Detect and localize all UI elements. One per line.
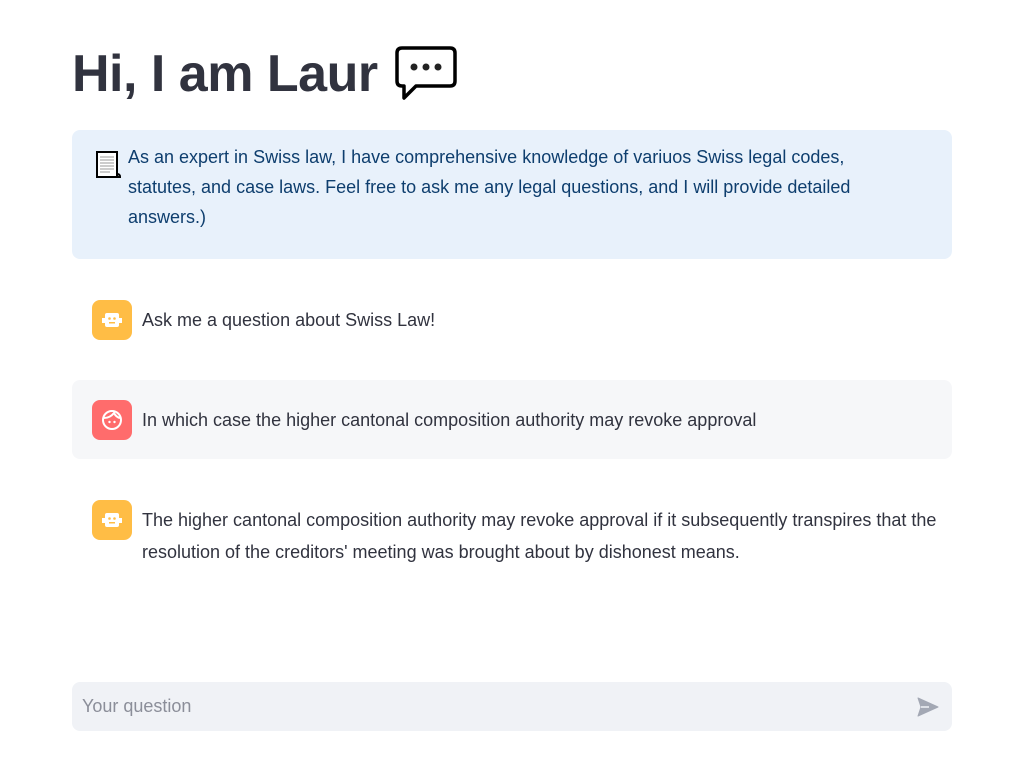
question-input[interactable] (72, 682, 892, 731)
chat-message-assistant: Ask me a question about Swiss Law! (72, 280, 952, 360)
message-text: Ask me a question about Swiss Law! (142, 310, 436, 330)
chat-message-user: In which case the higher cantonal compos… (72, 380, 952, 459)
user-face-icon (92, 400, 132, 440)
message-text: In which case the higher cantonal compos… (142, 410, 757, 430)
page-scroll-icon (96, 151, 122, 178)
chat-message-assistant: The higher cantonal composition authorit… (72, 480, 952, 588)
chat-input-container (72, 682, 952, 731)
send-icon[interactable] (916, 695, 940, 719)
title-text: Hi, I am Laur (72, 45, 378, 103)
intro-text: As an expert in Swiss law, I have compre… (128, 147, 851, 227)
robot-icon (92, 300, 132, 340)
page-title: Hi, I am Laur (72, 44, 458, 104)
intro-info-box: As an expert in Swiss law, I have compre… (72, 130, 952, 259)
message-text: The higher cantonal composition authorit… (142, 510, 937, 562)
robot-icon (92, 500, 132, 540)
speech-bubble-icon (394, 46, 457, 100)
